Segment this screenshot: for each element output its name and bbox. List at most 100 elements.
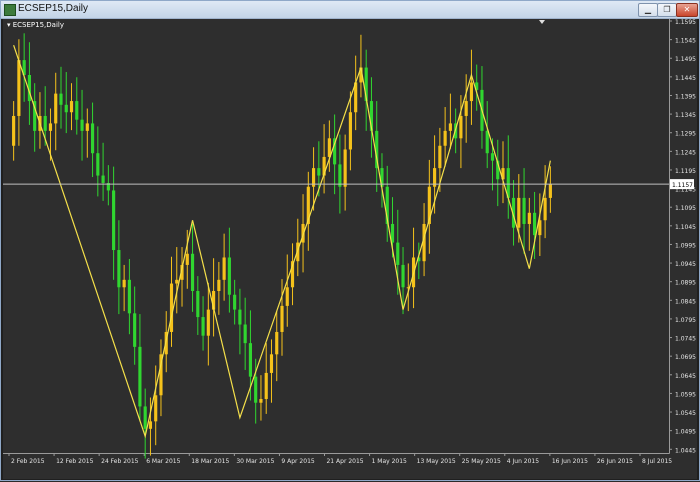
x-tick-label: 18 Mar 2015 <box>191 458 229 465</box>
x-tick-label: 24 Feb 2015 <box>101 458 139 465</box>
candle-body <box>133 313 137 347</box>
candle-body <box>464 101 468 116</box>
candle-body <box>101 175 105 183</box>
y-tick-label: 1.1045 <box>675 224 696 231</box>
candle-body <box>143 406 147 429</box>
candle-body <box>348 112 352 150</box>
candle-body <box>343 149 347 187</box>
candle-body <box>543 197 547 221</box>
x-tick-label: 2 Feb 2015 <box>11 458 45 465</box>
x-tick-label: 8 Jul 2015 <box>642 458 672 465</box>
candle-body <box>54 93 58 124</box>
candle-body <box>285 287 289 306</box>
title-bar[interactable]: ECSEP15,Daily ▁ ❐ ✕ <box>1 1 699 19</box>
y-tick-label: 1.1545 <box>675 38 696 45</box>
x-tick-label: 12 Feb 2015 <box>56 458 94 465</box>
y-tick-label: 1.1195 <box>675 168 696 175</box>
price-chart[interactable]: 1.1595 1.1545 1.1495 1.1445 1.1395 1.1345 1.12… <box>3 19 697 479</box>
x-tick-label: 9 Apr 2015 <box>281 458 314 465</box>
candle-body <box>112 190 116 251</box>
x-tick-label: 25 May 2015 <box>462 458 501 465</box>
y-tick-label: 1.0895 <box>675 280 696 287</box>
candle-body <box>527 212 531 224</box>
candle-body <box>259 399 263 403</box>
candle-body <box>217 279 221 291</box>
candle-body <box>206 309 210 336</box>
x-tick-label: 4 Jun 2015 <box>507 458 539 465</box>
y-tick-label: 1.1095 <box>675 205 696 212</box>
candle-body <box>154 395 158 422</box>
candle-body <box>12 115 16 146</box>
candle-body <box>196 291 200 318</box>
candle-body <box>396 242 400 265</box>
candle-body <box>96 153 100 176</box>
candle-body <box>90 123 95 154</box>
minimize-button[interactable]: ▁ <box>638 3 658 17</box>
candle-body <box>243 324 247 344</box>
chart-symbol-text: ECSEP15,Daily <box>12 21 64 29</box>
candle-body <box>490 153 495 161</box>
dropdown-triangle-icon[interactable]: ▾ <box>7 21 11 29</box>
candle-body <box>75 101 79 120</box>
candle-body <box>201 317 205 336</box>
y-tick-label: 1.0995 <box>675 242 696 249</box>
close-button[interactable]: ✕ <box>676 3 698 17</box>
candle-body <box>317 168 321 176</box>
candle-body <box>80 119 84 131</box>
candle-body <box>269 354 274 373</box>
chart-background <box>3 19 697 479</box>
restore-button[interactable]: ❐ <box>657 3 677 17</box>
y-tick-label: 1.1595 <box>675 19 696 26</box>
candle-body <box>222 257 226 280</box>
candle-body <box>438 145 442 169</box>
candle-body <box>59 93 63 105</box>
candle-body <box>548 184 552 198</box>
candle-body <box>190 253 195 291</box>
candle-body <box>43 115 47 131</box>
y-tick-label: 1.1295 <box>675 131 696 138</box>
candle-body <box>233 294 237 310</box>
candle-body <box>522 197 526 224</box>
x-tick-label: 26 Jun 2015 <box>597 458 633 465</box>
y-tick-label: 1.0745 <box>675 336 696 343</box>
candle-body <box>127 279 131 314</box>
y-tick-label: 1.0445 <box>675 447 696 454</box>
candle-body <box>185 253 189 265</box>
y-tick-label: 1.0945 <box>675 261 696 268</box>
candle-body <box>275 331 279 355</box>
candle-body <box>169 283 174 332</box>
candle-body <box>122 279 126 288</box>
candle-body <box>117 250 121 288</box>
candle-body <box>401 264 405 288</box>
current-price-label: 1.1157 <box>672 182 693 189</box>
y-tick-label: 1.0645 <box>675 373 696 380</box>
x-tick-label: 21 Apr 2015 <box>326 458 363 465</box>
candle-body <box>254 376 258 403</box>
candle-body <box>85 123 89 131</box>
chart-icon <box>4 4 16 16</box>
y-tick-label: 1.0495 <box>675 429 696 436</box>
x-tick-label: 13 May 2015 <box>417 458 456 465</box>
y-tick-label: 1.0695 <box>675 354 696 361</box>
y-tick-label: 1.1395 <box>675 93 696 100</box>
y-tick-label: 1.0795 <box>675 317 696 324</box>
candle-body <box>459 115 463 139</box>
candle-body <box>17 60 21 116</box>
candle-body <box>227 257 231 295</box>
x-tick-label: 1 May 2015 <box>372 458 407 465</box>
candle-body <box>469 82 474 102</box>
chart-window: ECSEP15,Daily ▁ ❐ ✕ 1.1595 1.1545 1.1495 1.… <box>0 0 700 481</box>
candle-body <box>533 212 537 236</box>
x-tick-label: 16 Jun 2015 <box>552 458 588 465</box>
candle-body <box>48 123 53 131</box>
candle-body <box>448 123 452 131</box>
candle-body <box>64 104 68 113</box>
candle-body <box>280 305 284 332</box>
candle-body <box>148 421 153 429</box>
candle-body <box>248 343 253 377</box>
y-tick-label: 1.1495 <box>675 56 696 63</box>
chart-area[interactable]: 1.1595 1.1545 1.1495 1.1445 1.1395 1.1345 1.12… <box>3 19 697 479</box>
candle-body <box>138 346 142 407</box>
y-tick-label: 1.0545 <box>675 410 696 417</box>
y-tick-label: 1.1445 <box>675 75 696 82</box>
